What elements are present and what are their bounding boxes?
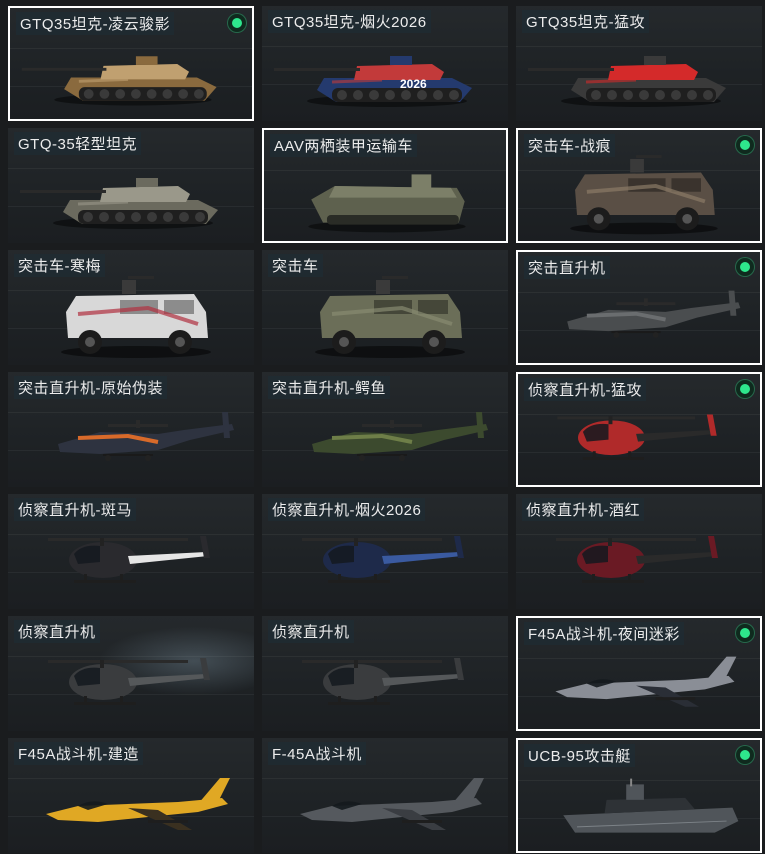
- vehicle-skin-name: 突击直升机-原始伪装: [14, 376, 167, 399]
- equipped-indicator-icon: [228, 14, 246, 32]
- vehicle-skin-card[interactable]: 侦察直升机-烟火2026: [262, 494, 508, 609]
- vehicle-skin-card[interactable]: GTQ35坦克-凌云骏影: [8, 6, 254, 121]
- svg-text:2026: 2026: [400, 77, 427, 91]
- equipped-indicator-icon: [736, 380, 754, 398]
- vehicle-skin-card[interactable]: GTQ-35轻型坦克: [8, 128, 254, 243]
- vehicle-skin-name: 突击车-寒梅: [14, 254, 105, 277]
- vehicle-skin-name: 侦察直升机: [268, 620, 354, 643]
- vehicle-skin-name: 突击直升机-鳄鱼: [268, 376, 390, 399]
- vehicle-skin-card[interactable]: AAV两栖装甲运输车: [262, 128, 508, 243]
- vehicle-skin-card[interactable]: 突击车: [262, 250, 508, 365]
- equipped-indicator-icon: [736, 136, 754, 154]
- vehicle-skin-grid: GTQ35坦克-凌云骏影 2026 GTQ35坦克-烟火2026 GTQ35坦克-猛攻…: [0, 0, 765, 854]
- vehicle-skin-name: 突击车: [268, 254, 323, 277]
- vehicle-skin-name: GTQ-35轻型坦克: [14, 132, 142, 155]
- vehicle-skin-name: 侦察直升机-酒红: [522, 498, 644, 521]
- vehicle-skin-name: 侦察直升机-烟火2026: [268, 498, 426, 521]
- vehicle-skin-card[interactable]: 侦察直升机-酒红: [516, 494, 762, 609]
- vehicle-skin-card[interactable]: 突击车-战痕: [516, 128, 762, 243]
- vehicle-skin-card[interactable]: UCB-95攻击艇: [516, 738, 762, 853]
- vehicle-skin-card[interactable]: 突击直升机-原始伪装: [8, 372, 254, 487]
- vehicle-skin-name: 侦察直升机-斑马: [14, 498, 136, 521]
- vehicle-skin-name: 侦察直升机: [14, 620, 100, 643]
- vehicle-skin-card[interactable]: 2026 GTQ35坦克-烟火2026: [262, 6, 508, 121]
- vehicle-skin-card[interactable]: 侦察直升机: [8, 616, 254, 731]
- vehicle-skin-name: F-45A战斗机: [268, 742, 366, 765]
- equipped-indicator-icon: [736, 624, 754, 642]
- vehicle-skin-card[interactable]: GTQ35坦克-猛攻: [516, 6, 762, 121]
- equipped-indicator-icon: [736, 258, 754, 276]
- vehicle-skin-card[interactable]: 突击直升机-鳄鱼: [262, 372, 508, 487]
- vehicle-skin-card[interactable]: 突击车-寒梅: [8, 250, 254, 365]
- vehicle-skin-name: GTQ35坦克-凌云骏影: [16, 12, 175, 35]
- equipped-indicator-icon: [736, 746, 754, 764]
- vehicle-skin-name: F45A战斗机-建造: [14, 742, 143, 765]
- vehicle-skin-card[interactable]: 突击直升机: [516, 250, 762, 365]
- vehicle-skin-card[interactable]: F45A战斗机-建造: [8, 738, 254, 853]
- vehicle-skin-card[interactable]: 侦察直升机: [262, 616, 508, 731]
- vehicle-skin-card[interactable]: F45A战斗机-夜间迷彩: [516, 616, 762, 731]
- vehicle-skin-name: 侦察直升机-猛攻: [524, 378, 646, 401]
- vehicle-skin-name: F45A战斗机-夜间迷彩: [524, 622, 684, 645]
- vehicle-skin-name: GTQ35坦克-猛攻: [522, 10, 650, 33]
- vehicle-skin-name: GTQ35坦克-烟火2026: [268, 10, 431, 33]
- vehicle-skin-name: AAV两栖装甲运输车: [270, 134, 417, 157]
- vehicle-skin-name: 突击直升机: [524, 256, 610, 279]
- vehicle-skin-card[interactable]: F-45A战斗机: [262, 738, 508, 853]
- vehicle-skin-card[interactable]: 侦察直升机-猛攻: [516, 372, 762, 487]
- vehicle-skin-name: 突击车-战痕: [524, 134, 615, 157]
- vehicle-skin-name: UCB-95攻击艇: [524, 744, 635, 767]
- vehicle-skin-card[interactable]: 侦察直升机-斑马: [8, 494, 254, 609]
